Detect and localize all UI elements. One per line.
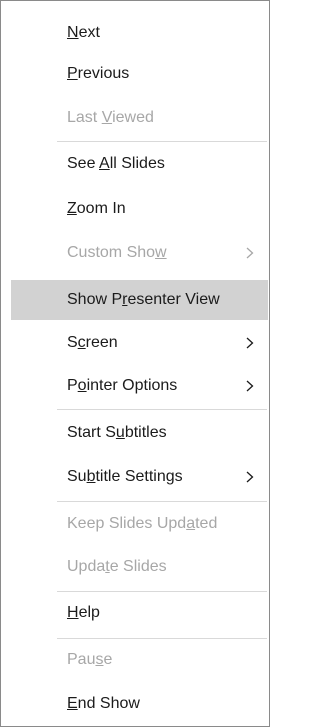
menu-item-screen[interactable]: Screen — [11, 323, 268, 363]
menu-item-subtitle-settings[interactable]: Subtitle Settings — [11, 457, 268, 497]
menu-item-label: End Show — [67, 695, 140, 712]
menu-item-last-viewed[interactable]: Last Viewed — [11, 98, 268, 138]
menu-item-label: Start Subtitles — [67, 424, 167, 441]
menu-separator — [57, 141, 267, 142]
menu-item-pointer-options[interactable]: Pointer Options — [11, 366, 268, 406]
menu-item-pause[interactable]: Pause — [11, 640, 268, 680]
menu-separator — [57, 501, 267, 502]
menu-separator — [57, 409, 267, 410]
menu-item-end-show[interactable]: End Show — [11, 684, 268, 724]
menu-item-label: Update Slides — [67, 558, 167, 575]
menu-item-label: Screen — [67, 334, 118, 351]
menu-item-label: Previous — [67, 65, 130, 82]
menu-item-help[interactable]: Help — [11, 593, 268, 633]
menu-item-label: Custom Show — [67, 244, 167, 261]
menu-item-label: Last Viewed — [67, 109, 154, 126]
menu-item-start-subtitles[interactable]: Start Subtitles — [11, 413, 268, 453]
menu-item-label: Zoom In — [67, 200, 126, 217]
slideshow-context-menu: Next Previous Last Viewed See All Slides… — [0, 0, 270, 727]
menu-item-keep-slides-updated[interactable]: Keep Slides Updated — [11, 504, 268, 544]
menu-item-label: Help — [67, 604, 100, 621]
submenu-arrow-icon — [242, 366, 258, 406]
menu-item-label: Show Presenter View — [67, 291, 220, 308]
menu-item-see-all-slides[interactable]: See All Slides — [11, 144, 268, 184]
menu-item-label: Keep Slides Updated — [67, 515, 218, 532]
menu-item-label: Subtitle Settings — [67, 468, 183, 485]
menu-item-label: Pointer Options — [67, 377, 178, 394]
menu-item-next[interactable]: Next — [11, 13, 268, 53]
menu-item-zoom-in[interactable]: Zoom In — [11, 189, 268, 229]
menu-item-show-presenter-view[interactable]: Show Presenter View — [11, 280, 268, 320]
submenu-arrow-icon — [242, 457, 258, 497]
menu-item-label: Pause — [67, 651, 113, 668]
menu-item-label: Next — [67, 24, 100, 41]
submenu-arrow-icon — [242, 323, 258, 363]
menu-separator — [57, 638, 267, 639]
menu-separator — [57, 591, 267, 592]
submenu-arrow-icon — [242, 233, 258, 273]
menu-item-update-slides[interactable]: Update Slides — [11, 547, 268, 587]
menu-item-custom-show[interactable]: Custom Show — [11, 233, 268, 273]
menu-item-label: See All Slides — [67, 155, 165, 172]
menu-item-previous[interactable]: Previous — [11, 54, 268, 94]
